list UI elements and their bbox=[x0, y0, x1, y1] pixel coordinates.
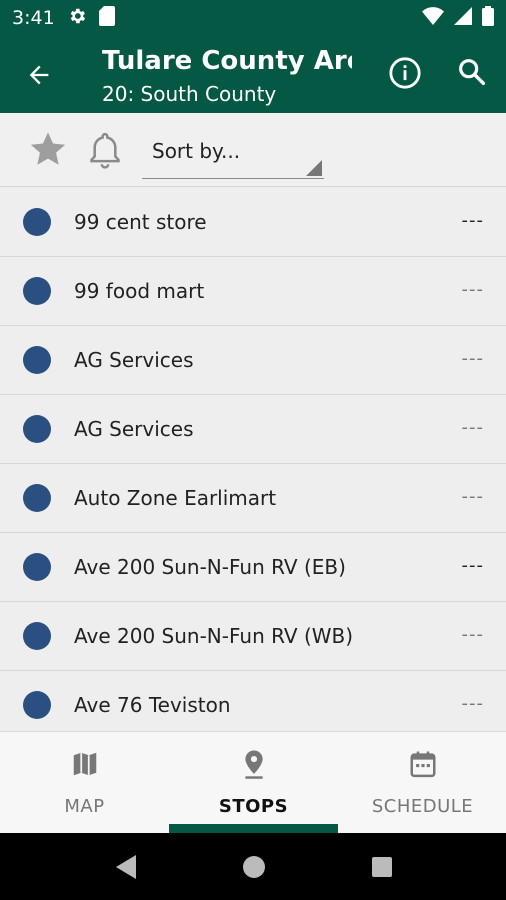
tab-stops[interactable]: STOPS bbox=[169, 732, 338, 834]
stop-name: 99 food mart bbox=[74, 279, 205, 303]
stop-dot-icon bbox=[23, 415, 51, 443]
stop-dot-icon bbox=[23, 622, 51, 650]
stop-time: --- bbox=[461, 624, 484, 645]
tab-schedule[interactable]: SCHEDULE bbox=[338, 732, 506, 834]
stop-dot-icon bbox=[23, 346, 51, 374]
stop-list: 99 cent store --- 99 food mart --- AG Se… bbox=[0, 188, 506, 730]
wifi-icon bbox=[422, 6, 444, 30]
app-bar: Tulare County Are... 20: South County bbox=[0, 36, 506, 113]
stop-time: --- bbox=[461, 417, 484, 438]
page-title: Tulare County Are... bbox=[102, 46, 352, 76]
stop-name: 99 cent store bbox=[74, 210, 207, 234]
filter-bar: Sort by... bbox=[0, 113, 506, 187]
stop-name: Auto Zone Earlimart bbox=[74, 486, 277, 510]
back-triangle-icon[interactable] bbox=[112, 853, 140, 881]
list-item[interactable]: Ave 200 Sun-N-Fun RV (EB) --- bbox=[0, 533, 506, 602]
list-item[interactable]: Ave 200 Sun-N-Fun RV (WB) --- bbox=[0, 602, 506, 671]
stop-time: --- bbox=[461, 693, 484, 714]
signal-icon bbox=[454, 6, 472, 30]
tab-schedule-label: SCHEDULE bbox=[371, 796, 474, 817]
status-time: 3:41 bbox=[12, 7, 55, 29]
home-circle-icon[interactable] bbox=[240, 853, 268, 881]
list-item[interactable]: 99 cent store --- bbox=[0, 188, 506, 257]
list-item[interactable]: 99 food mart --- bbox=[0, 257, 506, 326]
map-icon bbox=[70, 748, 100, 780]
stop-name: Ave 200 Sun-N-Fun RV (WB) bbox=[74, 624, 354, 648]
list-item[interactable]: AG Services --- bbox=[0, 395, 506, 464]
star-icon[interactable] bbox=[26, 129, 70, 171]
battery-icon bbox=[482, 5, 494, 31]
stop-dot-icon bbox=[23, 208, 51, 236]
stop-dot-icon bbox=[23, 277, 51, 305]
gear-icon bbox=[67, 6, 87, 31]
bell-icon[interactable] bbox=[86, 129, 124, 171]
tab-map-label: MAP bbox=[64, 796, 105, 817]
route-subtitle: 20: South County bbox=[102, 82, 277, 106]
status-bar: 3:41 bbox=[0, 0, 506, 36]
stop-name: AG Services bbox=[74, 417, 194, 441]
stop-name: AG Services bbox=[74, 348, 194, 372]
stop-time: --- bbox=[461, 555, 484, 576]
back-arrow-icon[interactable] bbox=[22, 58, 56, 92]
stop-time: --- bbox=[461, 279, 484, 300]
stop-dot-icon bbox=[23, 484, 51, 512]
sd-card-icon bbox=[98, 5, 115, 31]
recents-square-icon[interactable] bbox=[368, 853, 396, 881]
sort-dropdown-label: Sort by... bbox=[152, 139, 241, 163]
location-pin-icon bbox=[239, 748, 269, 780]
list-item[interactable]: AG Services --- bbox=[0, 326, 506, 395]
calendar-icon bbox=[408, 748, 438, 780]
stop-time: --- bbox=[461, 210, 484, 231]
system-nav-bar bbox=[0, 833, 506, 900]
stop-time: --- bbox=[461, 348, 484, 369]
list-item[interactable]: Auto Zone Earlimart --- bbox=[0, 464, 506, 533]
sort-dropdown[interactable]: Sort by... bbox=[142, 135, 324, 179]
stop-dot-icon bbox=[23, 691, 51, 719]
tab-stops-label: STOPS bbox=[218, 796, 289, 817]
info-icon[interactable] bbox=[388, 56, 422, 90]
tab-map[interactable]: MAP bbox=[0, 732, 169, 834]
stop-dot-icon bbox=[23, 553, 51, 581]
stop-time: --- bbox=[461, 486, 484, 507]
search-icon[interactable] bbox=[456, 56, 490, 90]
bottom-nav: MAP STOPS SCHEDULE bbox=[0, 731, 506, 834]
list-item[interactable]: Ave 76 Teviston --- bbox=[0, 671, 506, 730]
stop-name: Ave 76 Teviston bbox=[74, 693, 231, 717]
dropdown-triangle-icon bbox=[306, 160, 322, 176]
stop-name: Ave 200 Sun-N-Fun RV (EB) bbox=[74, 555, 346, 579]
